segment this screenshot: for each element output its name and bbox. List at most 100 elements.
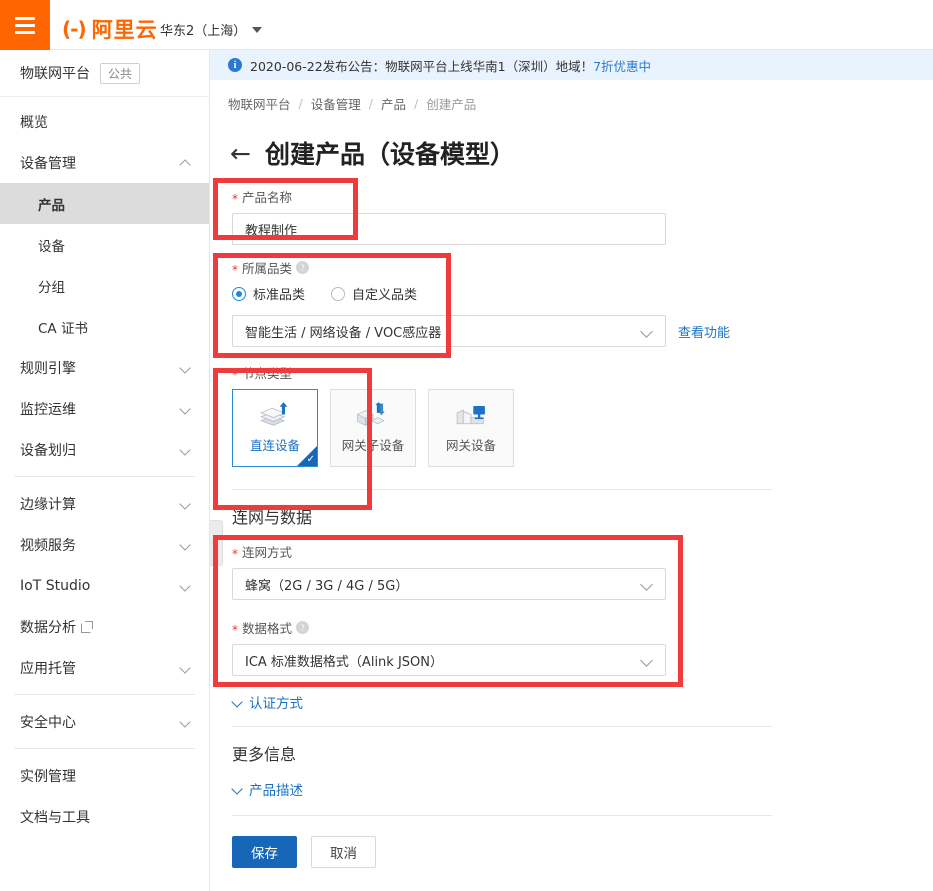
- label-node-type: * 节点类型: [232, 363, 933, 382]
- aliyun-logo-text: 阿里云: [91, 18, 158, 42]
- card-gateway-sub-device[interactable]: 网关子设备: [330, 389, 416, 467]
- connect-method-select[interactable]: 蜂窝（2G / 3G / 4G / 5G）: [232, 568, 666, 600]
- aliyun-logo[interactable]: (-) 阿里云: [62, 14, 158, 44]
- sidebar-item-device-management[interactable]: 设备管理: [0, 142, 209, 183]
- card-direct-device[interactable]: 直连设备 ✓: [232, 389, 318, 467]
- back-arrow-icon[interactable]: ←: [230, 141, 251, 166]
- sidebar-item-label: 视频服务: [20, 537, 76, 554]
- section-divider: [232, 489, 772, 490]
- sidebar-title: 物联网平台: [20, 66, 90, 82]
- sidebar-item-label: 边缘计算: [20, 496, 76, 513]
- question-icon[interactable]: ?: [296, 621, 310, 634]
- breadcrumb-separator: /: [298, 96, 303, 111]
- sidebar-item-label: 设备划归: [20, 442, 76, 459]
- sidebar-item-label: 数据分析: [20, 619, 76, 636]
- sidebar-item-label: CA 证书: [38, 320, 88, 337]
- chevron-up-icon: [180, 157, 191, 168]
- sidebar-item-overview[interactable]: 概览: [0, 101, 209, 142]
- question-icon[interactable]: ?: [296, 261, 310, 274]
- label-product-name: * 产品名称: [232, 187, 933, 206]
- create-product-form: * 产品名称 教程制作 * 所属品类 ? 标准品类 自定义品类 智能生活 / 网…: [210, 171, 933, 868]
- collapse-label: 认证方式: [249, 696, 303, 712]
- save-button[interactable]: 保存: [232, 836, 297, 868]
- field-data-format: * 数据格式 ? ICA 标准数据格式（Alink JSON）: [232, 618, 933, 676]
- sidebar-item-docs-tools[interactable]: 文档与工具: [0, 796, 209, 837]
- direct-device-icon: [260, 402, 288, 426]
- breadcrumb-separator: /: [413, 96, 419, 111]
- breadcrumb-separator: /: [368, 96, 373, 111]
- radio-button: [331, 286, 346, 301]
- sidebar-item-label: 规则引擎: [20, 360, 76, 377]
- region-selector[interactable]: 华东2（上海）: [160, 20, 263, 39]
- field-product-name: * 产品名称 教程制作: [232, 187, 933, 245]
- required-mark: *: [232, 191, 238, 206]
- category-select[interactable]: 智能生活 / 网络设备 / VOC感应器: [232, 315, 666, 347]
- sidebar-item-app-hosting[interactable]: 应用托管: [0, 647, 209, 688]
- chevron-down-icon: [180, 403, 191, 414]
- card-gateway-device[interactable]: 网关设备: [428, 389, 514, 467]
- product-name-value: 教程制作: [245, 223, 298, 239]
- data-format-select[interactable]: ICA 标准数据格式（Alink JSON）: [232, 644, 666, 676]
- sidebar-item-security-center[interactable]: 安全中心: [0, 701, 209, 742]
- collapse-product-description[interactable]: 产品描述: [232, 779, 933, 799]
- sidebar-item-device-assignment[interactable]: 设备划归: [0, 429, 209, 470]
- breadcrumb-item-device-management[interactable]: 设备管理: [311, 94, 361, 113]
- label-text: 连网方式: [242, 545, 293, 560]
- label-text: 节点类型: [242, 366, 293, 381]
- field-category: * 所属品类 ? 标准品类 自定义品类 智能生活 / 网络设备 / VOC感应器…: [232, 258, 933, 347]
- chevron-down-icon: [180, 580, 191, 591]
- chevron-down-icon: [180, 716, 191, 727]
- announcement-text: 2020-06-22发布公告：物联网平台上线华南1（深圳）地域！: [250, 58, 594, 74]
- sidebar-item-monitoring[interactable]: 监控运维: [0, 388, 209, 429]
- breadcrumb-item-products[interactable]: 产品: [381, 94, 406, 113]
- sidebar-item-products[interactable]: 产品: [0, 183, 209, 224]
- announcement-link[interactable]: 7折优惠中: [593, 56, 651, 75]
- sidebar-collapse-handle[interactable]: [210, 520, 223, 566]
- sidebar-item-video-service[interactable]: 视频服务: [0, 524, 209, 565]
- chevron-down-icon: [252, 26, 263, 33]
- sidebar-item-groups[interactable]: 分组: [0, 265, 209, 306]
- info-icon: i: [228, 58, 242, 72]
- radio-standard-category[interactable]: 标准品类: [232, 284, 305, 303]
- sidebar-item-data-analysis[interactable]: 数据分析: [0, 606, 209, 647]
- collapse-auth-method[interactable]: 认证方式: [232, 692, 933, 712]
- form-actions: 保存 取消: [232, 836, 933, 868]
- category-select-row: 智能生活 / 网络设备 / VOC感应器 查看功能: [232, 315, 933, 347]
- card-label: 直连设备: [249, 438, 300, 453]
- sidebar-item-instance-management[interactable]: 实例管理: [0, 755, 209, 796]
- required-mark: *: [232, 262, 238, 277]
- sidebar-item-ca-certificate[interactable]: CA 证书: [0, 306, 209, 347]
- label-category: * 所属品类 ?: [232, 258, 933, 277]
- sidebar-item-iot-studio[interactable]: IoT Studio: [0, 565, 209, 606]
- card-label: 网关设备: [445, 438, 496, 453]
- radio-custom-category[interactable]: 自定义品类: [331, 284, 417, 303]
- radio-label: 标准品类: [253, 288, 306, 303]
- hamburger-icon[interactable]: [0, 0, 50, 50]
- cancel-button[interactable]: 取消: [311, 836, 376, 868]
- breadcrumb-item-create-product: 创建产品: [426, 97, 477, 112]
- required-mark: *: [232, 546, 238, 561]
- view-features-link[interactable]: 查看功能: [678, 322, 730, 341]
- sidebar-item-label: 监控运维: [20, 401, 76, 418]
- page-title-text: 创建产品（设备模型）: [264, 140, 515, 169]
- product-name-input[interactable]: 教程制作: [232, 213, 666, 245]
- card-label: 网关子设备: [341, 438, 405, 453]
- chevron-down-icon: [641, 325, 653, 337]
- sidebar-item-label: 应用托管: [20, 660, 76, 677]
- app-root: (-) 阿里云 华东2（上海） i 2020-06-22发布公告：物联网平台上线…: [0, 0, 933, 891]
- sidebar-item-devices[interactable]: 设备: [0, 224, 209, 265]
- category-select-value: 智能生活 / 网络设备 / VOC感应器: [245, 325, 442, 341]
- chevron-down-icon: [180, 498, 191, 509]
- chevron-down-icon: [180, 662, 191, 673]
- gateway-device-icon: [456, 405, 485, 425]
- breadcrumb-item-iot-platform[interactable]: 物联网平台: [228, 94, 291, 113]
- sidebar-item-edge-computing[interactable]: 边缘计算: [0, 483, 209, 524]
- sidebar-item-label: 实例管理: [20, 768, 76, 785]
- label-text: 所属品类: [242, 261, 293, 276]
- sidebar-item-label: 文档与工具: [20, 809, 90, 826]
- top-bar: (-) 阿里云 华东2（上海）: [0, 0, 933, 50]
- connect-method-value: 蜂窝（2G / 3G / 4G / 5G）: [245, 578, 409, 594]
- sidebar-item-rule-engine[interactable]: 规则引擎: [0, 347, 209, 388]
- announcement-bar: i 2020-06-22发布公告：物联网平台上线华南1（深圳）地域！ 7折优惠中: [210, 50, 933, 80]
- chevron-down-icon: [641, 654, 653, 666]
